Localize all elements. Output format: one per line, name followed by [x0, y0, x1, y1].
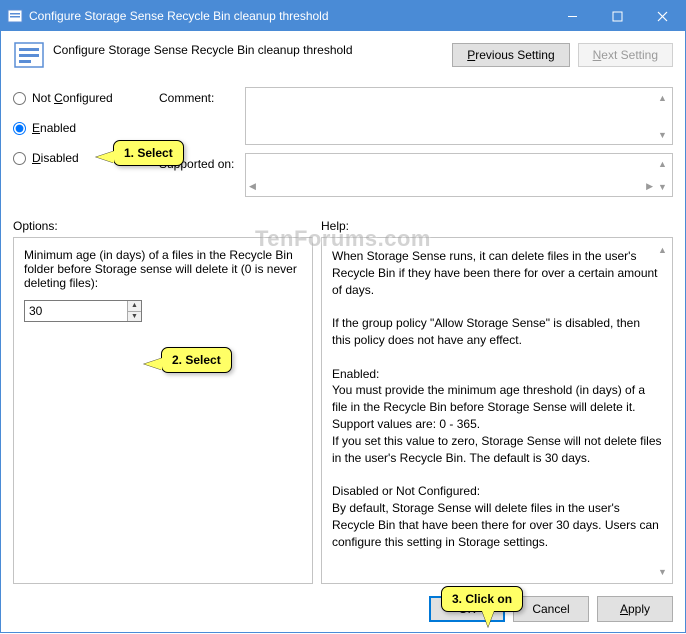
annotation-3: 3. Click on	[441, 586, 523, 612]
options-label: Options:	[13, 219, 321, 233]
scroll-down-icon[interactable]: ▼	[655, 179, 670, 194]
window-title: Configure Storage Sense Recycle Bin clea…	[29, 9, 550, 23]
cancel-button[interactable]: Cancel	[513, 596, 589, 622]
scroll-up-icon[interactable]: ▲	[655, 242, 670, 257]
close-button[interactable]	[640, 1, 685, 31]
radio-enabled[interactable]: Enabled	[13, 121, 153, 135]
radio-disabled-input[interactable]	[13, 152, 26, 165]
annotation-1: 1. Select	[113, 140, 184, 166]
scroll-right-icon[interactable]: ▶	[646, 181, 653, 196]
radio-not-configured-input[interactable]	[13, 92, 26, 105]
policy-icon	[7, 8, 23, 24]
min-age-input[interactable]	[25, 301, 127, 321]
radio-enabled-input[interactable]	[13, 122, 26, 135]
previous-setting-button[interactable]: Previous Setting	[452, 43, 569, 67]
min-age-label: Minimum age (in days) of a files in the …	[24, 248, 302, 290]
page-title: Configure Storage Sense Recycle Bin clea…	[53, 39, 353, 57]
radio-not-configured[interactable]: Not Configured	[13, 91, 153, 105]
annotation-2: 2. Select	[161, 347, 232, 373]
help-panel: When Storage Sense runs, it can delete f…	[321, 237, 673, 584]
spinner-up-button[interactable]: ▲	[128, 301, 141, 312]
next-setting-button: Next Setting	[578, 43, 673, 67]
supported-box: ▲ ▼ ◀ ▶	[245, 153, 673, 197]
policy-large-icon	[13, 39, 45, 71]
spinner-down-button[interactable]: ▼	[128, 312, 141, 322]
scroll-up-icon[interactable]: ▲	[655, 156, 670, 171]
scroll-down-icon[interactable]: ▼	[655, 564, 670, 579]
scroll-down-icon[interactable]: ▼	[655, 127, 670, 142]
scroll-up-icon[interactable]: ▲	[655, 90, 670, 105]
maximize-button[interactable]	[595, 1, 640, 31]
help-text: When Storage Sense runs, it can delete f…	[332, 248, 662, 550]
apply-button[interactable]: Apply	[597, 596, 673, 622]
comment-textarea[interactable]: ▲ ▼	[245, 87, 673, 145]
minimize-button[interactable]	[550, 1, 595, 31]
min-age-spinner[interactable]: ▲ ▼	[24, 300, 142, 322]
titlebar: Configure Storage Sense Recycle Bin clea…	[1, 1, 685, 31]
help-label: Help:	[321, 219, 349, 233]
comment-label: Comment:	[159, 87, 239, 105]
scroll-left-icon[interactable]: ◀	[249, 181, 256, 196]
options-panel: Minimum age (in days) of a files in the …	[13, 237, 313, 584]
